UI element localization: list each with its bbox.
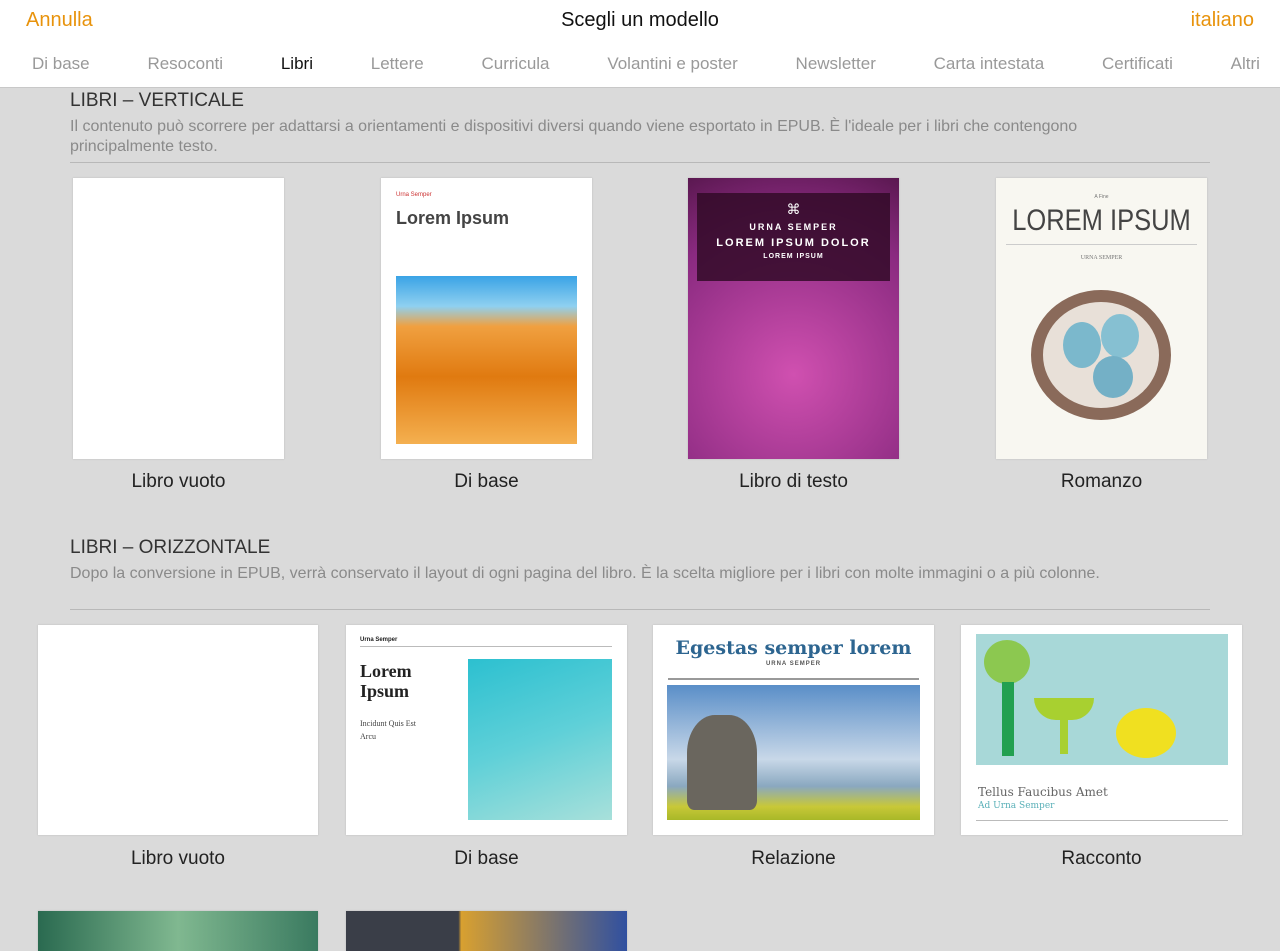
category-tabs: Di base Resoconti Libri Lettere Curricul… xyxy=(0,54,1280,74)
desert-image xyxy=(396,276,577,444)
template-thumbnail[interactable] xyxy=(38,911,318,951)
template-libro-vuoto-orizzontale[interactable] xyxy=(38,625,318,835)
section-description: Dopo la conversione in EPUB, verrà conse… xyxy=(70,565,1100,582)
divider xyxy=(70,162,1210,163)
tab-curricula[interactable]: Curricula xyxy=(482,54,550,74)
divider xyxy=(976,820,1228,821)
template-label: Libro vuoto xyxy=(131,471,226,492)
template-text: URNA SEMPER xyxy=(1080,255,1123,261)
illustration-image xyxy=(976,634,1228,765)
template-libro-vuoto[interactable] xyxy=(73,178,284,459)
template-text: LOREM IPSUM DOLOR xyxy=(716,237,871,249)
template-text: Ad Urna Semper xyxy=(978,801,1055,811)
divider xyxy=(1006,244,1197,245)
divider xyxy=(70,609,1210,610)
language-button[interactable]: italiano xyxy=(1191,9,1254,32)
template-di-base[interactable]: Urna Semper Lorem Ipsum xyxy=(381,178,592,459)
template-text: URNA SEMPER xyxy=(749,222,838,232)
template-di-base-orizzontale[interactable]: Urna Semper Lorem Ipsum Incidunt Quis Es… xyxy=(346,625,627,835)
template-label: Di base xyxy=(454,471,519,492)
template-text: LOREM IPSUM xyxy=(763,253,824,260)
template-relazione[interactable]: Egestas semper lorem URNA SEMPER xyxy=(653,625,934,835)
beach-image xyxy=(468,659,612,820)
tab-volantini[interactable]: Volantini e poster xyxy=(607,54,737,74)
tab-di-base[interactable]: Di base xyxy=(32,54,90,74)
logo-icon: ⌘ xyxy=(786,201,801,217)
tab-certificati[interactable]: Certificati xyxy=(1102,54,1173,74)
template-text: Lorem Ipsum xyxy=(360,661,412,701)
template-label: Romanzo xyxy=(1060,471,1143,492)
tab-newsletter[interactable]: Newsletter xyxy=(796,54,876,74)
tab-lettere[interactable]: Lettere xyxy=(371,54,424,74)
template-text: Urna Semper xyxy=(396,192,432,198)
template-racconto[interactable]: Tellus Faucibus Amet Ad Urna Semper xyxy=(961,625,1242,835)
divider xyxy=(360,646,612,647)
tab-libri[interactable]: Libri xyxy=(281,54,313,74)
template-romanzo[interactable]: A Fine LOREM IPSUM URNA SEMPER xyxy=(996,178,1207,459)
template-text: URNA SEMPER xyxy=(765,661,822,667)
template-text: Egestas semper lorem xyxy=(675,637,912,659)
template-text: A Fine xyxy=(1094,194,1109,200)
template-text: Tellus Faucibus Amet xyxy=(978,785,1108,799)
section-title: LIBRI – ORIZZONTALE xyxy=(70,537,271,558)
template-label: Libro vuoto xyxy=(130,848,225,869)
nest-image xyxy=(1031,290,1171,420)
tab-resoconti[interactable]: Resoconti xyxy=(147,54,223,74)
tab-carta-intestata[interactable]: Carta intestata xyxy=(934,54,1045,74)
template-text: Urna Semper xyxy=(360,637,398,643)
template-text: Lorem Ipsum xyxy=(396,208,510,228)
template-thumbnail[interactable] xyxy=(346,911,627,951)
template-label: Libro di testo xyxy=(739,471,848,492)
template-text: Incidunt Quis Est Arcu xyxy=(360,719,416,741)
section-description: Il contenuto può scorrere per adattarsi … xyxy=(70,118,1078,155)
template-label: Di base xyxy=(454,848,519,869)
title-box: ⌘ URNA SEMPER LOREM IPSUM DOLOR LOREM IP… xyxy=(697,193,890,281)
template-libro-di-testo[interactable]: ⌘ URNA SEMPER LOREM IPSUM DOLOR LOREM IP… xyxy=(688,178,899,459)
elephant-image xyxy=(667,685,920,820)
template-label: Relazione xyxy=(751,848,836,869)
section-title: LIBRI – VERTICALE xyxy=(70,90,244,111)
page-title: Scegli un modello xyxy=(561,9,719,31)
divider xyxy=(668,678,919,680)
template-text: LOREM IPSUM xyxy=(1012,204,1191,237)
template-label: Racconto xyxy=(1061,848,1142,869)
header: Annulla Scegli un modello italiano Di ba… xyxy=(0,0,1280,88)
tab-altri[interactable]: Altri xyxy=(1231,54,1260,74)
